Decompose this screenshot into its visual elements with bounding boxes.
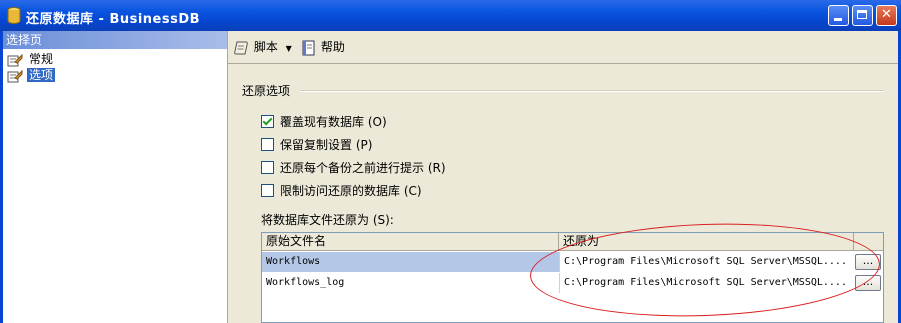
restore-files-label: 将数据库文件还原为 (S): [261,213,394,227]
prompt-before-restore-checkbox[interactable]: 还原每个备份之前进行提示 (R) [261,160,446,176]
nav-item-label: 选项 [27,68,56,82]
script-icon [234,41,248,54]
section-title: 还原选项 [242,84,291,98]
restrict-access-checkbox[interactable]: 限制访问还原的数据库 (C) [261,183,422,199]
page-selector-header: 选择页 [3,31,227,49]
checkbox-icon[interactable] [261,138,274,151]
original-filename-cell: Workflows [266,256,321,267]
nav-item-general[interactable]: 常规 [7,52,55,67]
restore-path-cell[interactable]: C:\Program Files\Microsoft SQL Server\MS… [559,273,883,293]
maximize-button[interactable] [852,5,873,26]
nav-item-label: 常规 [29,52,54,66]
option-label: 覆盖现有数据库 (O) [280,115,387,129]
grid-header: 原始文件名 还原为 [262,233,883,251]
overwrite-checkbox[interactable]: 覆盖现有数据库 (O) [261,114,387,130]
window-title: 还原数据库 - BusinessDB [26,12,201,27]
table-row[interactable]: Workflows C:\Program Files\Microsoft SQL… [262,252,883,272]
restore-path-cell[interactable]: C:\Program Files\Microsoft SQL Server\MS… [559,252,883,272]
minimize-button[interactable] [828,5,849,26]
database-icon [7,7,21,24]
checkbox-icon[interactable] [261,161,274,174]
checkbox-icon[interactable] [261,184,274,197]
help-button[interactable]: 帮助 [301,38,345,56]
title-bar: 还原数据库 - BusinessDB ✕ [0,0,901,31]
script-button[interactable]: 脚本 ▼ [234,38,292,56]
original-filename-cell: Workflows_log [266,277,345,288]
toolbar: 脚本 ▼ 帮助 [228,31,898,63]
browse-button[interactable]: ... [855,275,881,291]
help-label: 帮助 [320,40,345,54]
table-row[interactable]: Workflows_log C:\Program Files\Microsoft… [262,273,883,293]
chevron-down-icon[interactable]: ▼ [286,44,292,53]
page-selector-pane: 选择页 常规 选项 [3,31,228,323]
option-label: 保留复制设置 (P) [280,138,373,152]
script-label: 脚本 [253,40,278,54]
section-divider [300,90,884,92]
help-icon [302,40,315,55]
column-header-restore-as[interactable]: 还原为 [559,233,854,250]
browse-button[interactable]: ... [855,254,881,270]
restore-files-grid: 原始文件名 还原为 Workflows C:\Program Files\Mic… [261,232,884,323]
option-label: 还原每个备份之前进行提示 (R) [280,161,446,175]
page-icon [7,53,23,66]
page-icon [7,69,23,82]
preserve-replication-checkbox[interactable]: 保留复制设置 (P) [261,137,372,153]
checkbox-checked-icon[interactable] [261,115,274,128]
column-header-original[interactable]: 原始文件名 [262,233,559,250]
option-label: 限制访问还原的数据库 (C) [280,184,422,198]
toolbar-divider [228,63,898,64]
options-page: 脚本 ▼ 帮助 还原选项 覆盖现有数据库 (O) 保留复制设置 (P) 还原每个… [228,31,898,323]
close-button[interactable]: ✕ [876,5,897,26]
nav-item-options[interactable]: 选项 [7,68,56,83]
